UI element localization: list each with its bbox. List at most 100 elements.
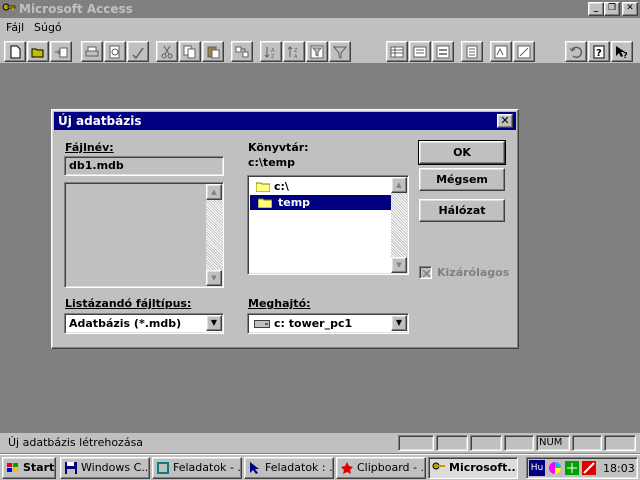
- task-label: Microsoft...: [449, 461, 518, 474]
- table-icon: [390, 46, 404, 58]
- new-query-button[interactable]: [409, 41, 431, 62]
- status-cell: [604, 435, 636, 451]
- language-indicator[interactable]: Hu: [529, 460, 545, 476]
- toolbar: AZ ZA ? ?: [0, 38, 640, 64]
- status-cell: [504, 435, 534, 451]
- spelling-button[interactable]: [127, 41, 149, 62]
- system-tray: Hu 18:03: [526, 457, 638, 479]
- scroll-down-button[interactable]: ▼: [206, 270, 222, 286]
- app-title: Microsoft Access: [19, 2, 133, 16]
- print-button[interactable]: [81, 41, 103, 62]
- svg-text:?: ?: [623, 51, 628, 59]
- menu-help[interactable]: Súgó: [34, 21, 62, 34]
- new-database-button[interactable]: [4, 41, 26, 62]
- new-report-button[interactable]: [461, 41, 483, 62]
- cancel-button[interactable]: Mégsem: [419, 168, 505, 191]
- undo-icon: [569, 46, 583, 59]
- arrow-up-icon: ▲: [396, 181, 402, 189]
- app-title-bar[interactable]: Microsoft Access _ ❐ ✕: [0, 0, 640, 18]
- drive-label: Meghajtó:: [248, 297, 311, 310]
- report-icon: [466, 45, 478, 59]
- drive-value: c: tower_pc1: [274, 317, 353, 330]
- dialog-title: Új adatbázis: [58, 114, 142, 128]
- print-preview-button[interactable]: [104, 41, 126, 62]
- new-macro-button[interactable]: [490, 41, 512, 62]
- exclusive-checkbox-box[interactable]: [419, 266, 432, 279]
- svg-text:Z: Z: [271, 54, 275, 59]
- print-icon: [85, 46, 99, 57]
- task-button-feladatok-2[interactable]: Feladatok : ...: [244, 457, 334, 479]
- dialog-title-bar[interactable]: Új adatbázis ✕: [54, 112, 516, 130]
- task-button-feladatok-1[interactable]: Feladatok - ...: [152, 457, 242, 479]
- status-cell: [470, 435, 502, 451]
- apply-filter-button[interactable]: [329, 41, 351, 62]
- filter-button[interactable]: [306, 41, 328, 62]
- directory-item-root[interactable]: c:\: [252, 179, 392, 194]
- task-label: Feladatok : ...: [265, 461, 334, 474]
- task-button-windows[interactable]: Windows C...: [60, 457, 150, 479]
- import-button[interactable]: [50, 41, 72, 62]
- clock: 18:03: [603, 462, 635, 475]
- file-list-scrollbar[interactable]: ▲ ▼: [206, 184, 222, 286]
- new-table-button[interactable]: [386, 41, 408, 62]
- volume-icon[interactable]: [564, 460, 580, 476]
- paste-icon: [207, 46, 220, 59]
- ok-button[interactable]: OK: [418, 140, 506, 165]
- floppy-icon: [65, 462, 77, 474]
- directory-list[interactable]: c:\ temp ▲ ▼: [247, 175, 409, 275]
- query-icon: [413, 46, 427, 58]
- minimize-icon: _: [593, 3, 599, 13]
- context-help-button[interactable]: ?: [611, 41, 633, 62]
- paste-button[interactable]: [202, 41, 224, 62]
- task-button-access[interactable]: Microsoft...: [428, 457, 518, 479]
- menu-file[interactable]: Fájl: [6, 21, 24, 34]
- minimize-button[interactable]: _: [588, 2, 604, 16]
- dialog-close-button[interactable]: ✕: [497, 114, 513, 128]
- color-wheel-icon[interactable]: [547, 460, 563, 476]
- restore-button[interactable]: ❐: [604, 2, 620, 16]
- form-icon: [436, 45, 450, 59]
- directory-item-temp[interactable]: temp: [250, 195, 396, 210]
- file-list[interactable]: ▲ ▼: [64, 182, 224, 288]
- network-tray-icon[interactable]: [581, 460, 597, 476]
- arrow-down-icon: ▼: [211, 274, 217, 282]
- task-button-clipboard[interactable]: Clipboard - ...: [336, 457, 426, 479]
- filetype-select[interactable]: Adatbázis (*.mdb) ▼: [64, 313, 224, 334]
- windows-logo-icon: [7, 463, 18, 472]
- undo-button[interactable]: [565, 41, 587, 62]
- scroll-up-button[interactable]: ▲: [391, 177, 407, 193]
- close-icon: ✕: [626, 3, 634, 13]
- checkmark-icon: [422, 269, 431, 278]
- help-button[interactable]: ?: [588, 41, 610, 62]
- new-database-dialog: Új adatbázis ✕ Fájlnév: db1.mdb ▲ ▼ Köny…: [51, 109, 519, 349]
- start-button[interactable]: Start: [2, 457, 56, 479]
- filename-field[interactable]: db1.mdb: [64, 156, 224, 176]
- open-database-button[interactable]: [27, 41, 49, 62]
- cut-button[interactable]: [156, 41, 178, 62]
- clipboard-icon: [341, 462, 353, 474]
- start-label: Start: [23, 461, 55, 474]
- scroll-up-button[interactable]: ▲: [206, 184, 222, 200]
- directory-list-scrollbar[interactable]: ▲ ▼: [391, 177, 407, 273]
- filename-value: db1.mdb: [69, 159, 124, 172]
- drive-dropdown-button[interactable]: ▼: [391, 315, 407, 331]
- new-module-button[interactable]: [513, 41, 535, 62]
- relationships-button[interactable]: [231, 41, 253, 62]
- access-key-icon: [2, 3, 16, 11]
- svg-text:?: ?: [596, 48, 602, 59]
- filetype-dropdown-button[interactable]: ▼: [206, 315, 222, 331]
- sort-descending-button[interactable]: ZA: [283, 41, 305, 62]
- network-button[interactable]: Hálózat: [419, 199, 505, 222]
- close-button[interactable]: ✕: [622, 2, 638, 16]
- copy-button[interactable]: [179, 41, 201, 62]
- cursor-icon: [250, 462, 259, 474]
- sort-desc-icon: ZA: [287, 46, 298, 59]
- scroll-down-button[interactable]: ▼: [391, 257, 407, 273]
- drive-select[interactable]: c: tower_pc1 ▼: [247, 313, 409, 334]
- new-form-button[interactable]: [432, 41, 454, 62]
- taskbar: Start Windows C... Feladatok - ... Felad…: [0, 454, 640, 480]
- task-label: Windows C...: [81, 461, 150, 474]
- close-icon: ✕: [500, 114, 510, 127]
- sort-ascending-button[interactable]: AZ: [260, 41, 282, 62]
- arrow-up-icon: ▲: [211, 188, 217, 196]
